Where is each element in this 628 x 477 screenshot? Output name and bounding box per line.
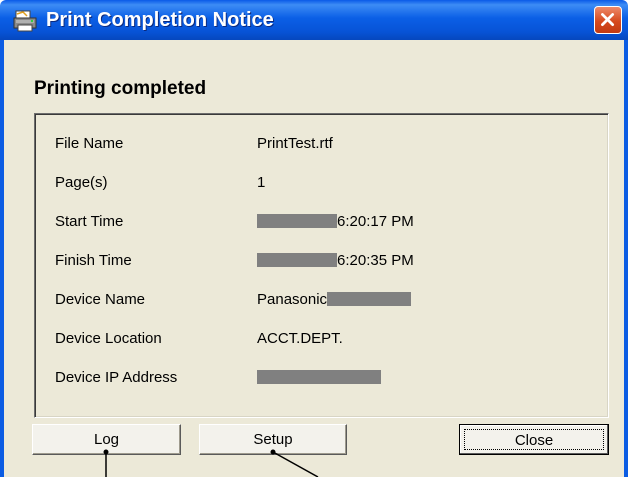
detail-value-wrap	[257, 368, 381, 388]
redaction-bar	[327, 292, 412, 306]
detail-value: 6:20:35 PM	[337, 252, 414, 269]
detail-value-wrap: Panasonic	[257, 290, 412, 310]
detail-row-start-time: Start Time 6:20:17 PM	[35, 212, 610, 232]
detail-label: File Name	[55, 135, 124, 152]
close-x-icon[interactable]	[594, 6, 622, 34]
redaction-bar	[257, 253, 337, 267]
detail-row-device-name: Device Name Panasonic	[35, 290, 610, 310]
detail-row-finish-time: Finish Time 6:20:35 PM	[35, 251, 610, 271]
close-button[interactable]: Close	[459, 424, 609, 455]
detail-row-pages: Page(s) 1	[35, 173, 610, 193]
detail-value: 6:20:17 PM	[337, 213, 414, 230]
detail-row-device-ip: Device IP Address	[35, 368, 610, 388]
detail-label: Page(s)	[55, 174, 108, 191]
redaction-bar	[257, 214, 337, 228]
detail-label: Finish Time	[55, 252, 132, 269]
window-frame-left	[0, 40, 4, 477]
detail-label: Device Location	[55, 330, 162, 347]
detail-value: ACCT.DEPT.	[257, 330, 343, 347]
detail-row-file-name: File Name PrintTest.rtf	[35, 134, 610, 154]
status-heading: Printing completed	[34, 78, 207, 99]
log-button[interactable]: Log	[32, 424, 181, 455]
details-group: File Name PrintTest.rtf Page(s) 1 Start …	[34, 113, 609, 418]
window-title: Print Completion Notice	[46, 9, 274, 31]
redaction-bar	[257, 370, 381, 384]
detail-value: Panasonic	[257, 291, 328, 308]
window-frame-right	[624, 40, 628, 477]
detail-value: 1	[257, 174, 266, 191]
print-completion-dialog: Print Completion Notice Printing complet…	[0, 0, 628, 477]
detail-value-wrap: 6:20:17 PM	[257, 212, 414, 232]
detail-label: Device IP Address	[55, 369, 178, 386]
setup-button[interactable]: Setup	[199, 424, 347, 455]
detail-label: Start Time	[55, 213, 124, 230]
close-button-label: Close	[464, 429, 604, 450]
printer-app-icon	[13, 10, 37, 32]
detail-label: Device Name	[55, 291, 146, 308]
detail-row-device-location: Device Location ACCT.DEPT.	[35, 329, 610, 349]
title-bar[interactable]: Print Completion Notice	[0, 0, 628, 40]
detail-value: PrintTest.rtf	[257, 135, 333, 152]
detail-value-wrap: 6:20:35 PM	[257, 251, 414, 271]
